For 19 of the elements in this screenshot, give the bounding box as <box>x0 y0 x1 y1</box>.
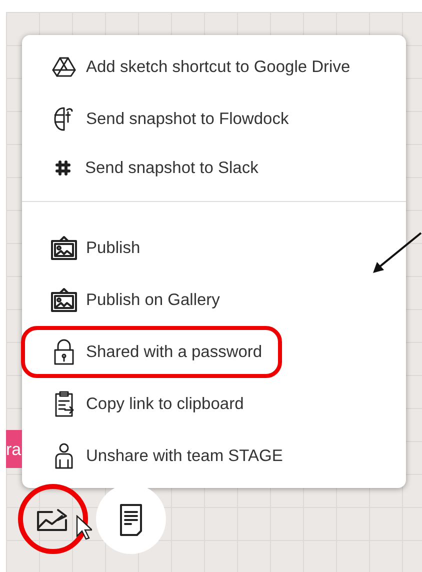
menu-item[interactable]: Send snapshot to Flowdock <box>50 106 289 132</box>
share-icon <box>36 506 70 532</box>
clipboard-icon <box>53 390 75 418</box>
menu-item[interactable]: Shared with a password <box>25 330 278 374</box>
framed-picture-icon <box>50 235 78 261</box>
side-tag: ra <box>6 430 22 468</box>
menu-item[interactable]: Add sketch shortcut to Google Drive <box>50 54 350 80</box>
person-icon <box>53 442 75 470</box>
mouse-cursor-icon <box>76 515 92 541</box>
menu-item[interactable]: Publish <box>50 235 140 261</box>
menu-item[interactable]: Publish on Gallery <box>50 287 220 313</box>
triangle-icon <box>52 56 76 78</box>
menu-item[interactable]: Unshare with team STAGE <box>50 442 283 470</box>
hash-icon <box>55 160 71 176</box>
menu-item[interactable]: Copy link to clipboard <box>50 390 244 418</box>
lock-icon <box>53 338 75 366</box>
document-icon <box>118 502 144 536</box>
framed-picture-icon <box>50 287 78 313</box>
menu-item[interactable]: Send snapshot to Slack <box>49 156 258 180</box>
